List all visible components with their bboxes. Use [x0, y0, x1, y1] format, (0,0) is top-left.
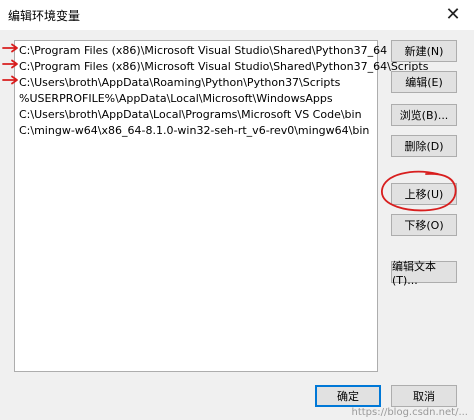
- list-item[interactable]: C:\Program Files (x86)\Microsoft Visual …: [19, 43, 387, 58]
- list-item[interactable]: C:\Program Files (x86)\Microsoft Visual …: [19, 59, 428, 74]
- ok-button[interactable]: 确定: [315, 385, 381, 407]
- list-item[interactable]: %USERPROFILE%\AppData\Local\Microsoft\Wi…: [19, 91, 333, 106]
- title-bar: 编辑环境变量 ✕: [0, 0, 474, 30]
- move-down-button[interactable]: 下移(O): [391, 214, 457, 236]
- watermark: https://blog.csdn.net/...: [351, 407, 468, 418]
- new-button[interactable]: 新建(N): [391, 40, 457, 62]
- edit-text-button[interactable]: 编辑文本(T)...: [391, 260, 457, 287]
- edit-button[interactable]: 编辑(E): [391, 71, 457, 93]
- red-arrow-icon: [2, 59, 18, 69]
- dialog-body: C:\Program Files (x86)\Microsoft Visual …: [0, 30, 474, 420]
- list-item[interactable]: C:\Users\broth\AppData\Roaming\Python\Py…: [19, 75, 340, 90]
- window-title: 编辑环境变量: [8, 9, 81, 23]
- path-listbox[interactable]: C:\Program Files (x86)\Microsoft Visual …: [14, 40, 428, 372]
- list-item[interactable]: C:\mingw-w64\x86_64-8.1.0-win32-seh-rt_v…: [19, 123, 369, 138]
- browse-button[interactable]: 浏览(B)...: [391, 104, 457, 126]
- move-up-button[interactable]: 上移(U): [391, 183, 457, 205]
- red-arrow-icon: [2, 75, 18, 85]
- delete-button[interactable]: 删除(D): [391, 135, 457, 157]
- cancel-button[interactable]: 取消: [391, 385, 457, 407]
- red-arrow-icon: [2, 43, 18, 53]
- list-item[interactable]: C:\Users\broth\AppData\Local\Programs\Mi…: [19, 107, 362, 122]
- close-icon[interactable]: ✕: [440, 2, 466, 26]
